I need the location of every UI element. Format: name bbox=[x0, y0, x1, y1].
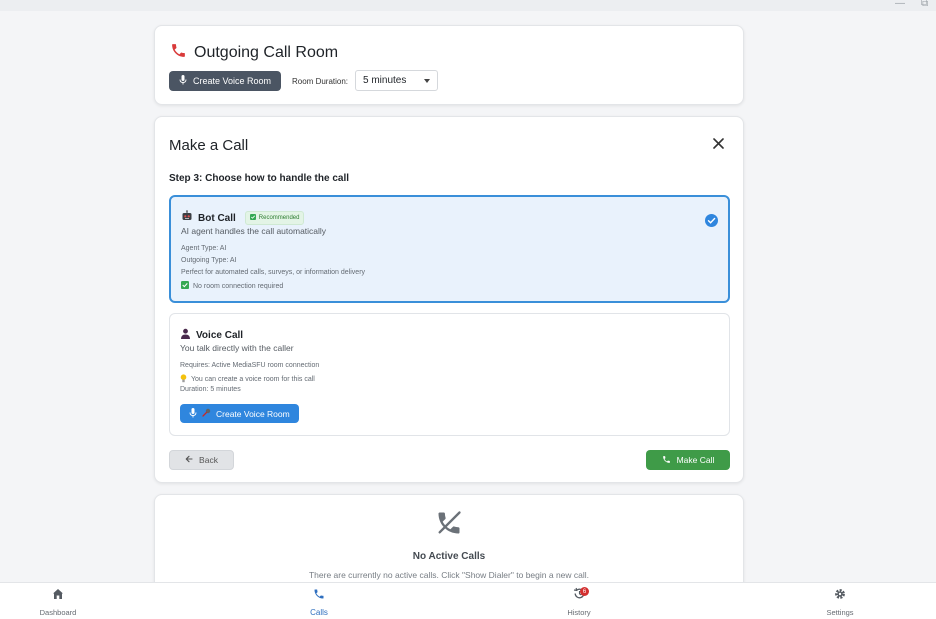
gear-icon bbox=[834, 587, 846, 605]
make-call-label: Make Call bbox=[676, 455, 715, 465]
voice-create-room-button[interactable]: Create Voice Room bbox=[180, 404, 299, 423]
voice-call-name: Voice Call bbox=[196, 329, 244, 341]
microphone-emoji-icon bbox=[202, 408, 211, 419]
nav-label-calls: Calls bbox=[310, 608, 328, 617]
close-button[interactable] bbox=[708, 135, 728, 155]
bottom-navigation: Dashboard Calls 6 History Settings bbox=[0, 582, 936, 619]
room-note: No room connection required bbox=[181, 281, 283, 291]
minimize-button[interactable]: — bbox=[895, 0, 905, 10]
back-label: Back bbox=[199, 455, 218, 465]
nav-item-history[interactable]: 6 History bbox=[539, 587, 619, 617]
phone-disabled-icon bbox=[435, 509, 463, 542]
back-button[interactable]: Back bbox=[169, 450, 234, 470]
checkbox-checked-icon bbox=[249, 214, 256, 222]
microphone-icon bbox=[179, 75, 187, 87]
recommended-badge: Recommended bbox=[244, 211, 305, 225]
nav-label-dashboard: Dashboard bbox=[39, 608, 77, 617]
voice-call-description: You talk directly with the caller bbox=[180, 343, 294, 353]
bot-call-description: AI agent handles the call automatically bbox=[181, 226, 327, 236]
bot-call-option[interactable]: Bot Call Recommended AI agent handles th… bbox=[169, 195, 730, 303]
selected-check-icon bbox=[705, 214, 718, 232]
bot-call-header: Bot Call Recommended bbox=[181, 209, 305, 227]
chevron-down-icon bbox=[424, 78, 430, 83]
voice-call-option[interactable]: Voice Call You talk directly with the ca… bbox=[169, 313, 730, 436]
room-note-text: No room connection required bbox=[193, 282, 284, 290]
lightbulb-icon bbox=[180, 374, 187, 385]
agent-type-text: Agent Type: AI bbox=[181, 245, 227, 252]
history-notification-badge: 6 bbox=[580, 587, 589, 596]
create-voice-room-label: Create Voice Room bbox=[193, 76, 272, 86]
create-voice-room-button[interactable]: Create Voice Room bbox=[169, 71, 282, 91]
phone-outgoing-icon bbox=[170, 42, 187, 64]
voice-call-header: Voice Call bbox=[180, 326, 243, 344]
make-call-title: Make a Call bbox=[169, 137, 249, 154]
outgoing-call-room-card: Outgoing Call Room Create Voice Room Roo… bbox=[154, 25, 744, 105]
microphone-icon bbox=[189, 407, 197, 420]
bot-call-name: Bot Call bbox=[198, 212, 236, 224]
nav-label-settings: Settings bbox=[826, 608, 854, 617]
main-content[interactable]: Outgoing Call Room Create Voice Room Roo… bbox=[0, 11, 936, 582]
nav-item-settings[interactable]: Settings bbox=[800, 587, 880, 617]
person-icon bbox=[180, 326, 191, 344]
nav-item-calls[interactable]: Calls bbox=[279, 587, 359, 617]
voice-create-room-label: Create Voice Room bbox=[216, 408, 290, 419]
outgoing-type-text: Outgoing Type: AI bbox=[181, 257, 237, 264]
no-active-calls-subtitle: There are currently no active calls. Cli… bbox=[308, 570, 590, 580]
close-icon bbox=[712, 136, 724, 154]
phone-icon bbox=[662, 455, 671, 466]
make-call-card: Make a Call Step 3: Choose how to handle… bbox=[154, 116, 744, 483]
page-title: Outgoing Call Room bbox=[170, 42, 338, 64]
room-duration-label: Room Duration: bbox=[292, 77, 349, 86]
room-duration-select[interactable]: 5 minutes bbox=[355, 70, 438, 91]
active-calls-card: No Active Calls There are currently no a… bbox=[154, 494, 744, 582]
nav-item-dashboard[interactable]: Dashboard bbox=[18, 587, 98, 617]
checkbox-checked-icon bbox=[181, 281, 189, 291]
bot-use-case-text: Perfect for automated calls, surveys, or… bbox=[181, 269, 366, 276]
voice-duration-text: Duration: 5 minutes bbox=[180, 386, 241, 393]
arrow-left-icon bbox=[185, 455, 193, 465]
nav-label-history: History bbox=[567, 608, 591, 617]
phone-icon bbox=[313, 587, 325, 605]
room-duration-value: 5 minutes bbox=[363, 75, 407, 86]
no-active-calls-title: No Active Calls bbox=[412, 551, 486, 562]
window-titlebar: — ⧉ bbox=[0, 0, 936, 11]
robot-icon bbox=[181, 209, 193, 227]
page-title-text: Outgoing Call Room bbox=[194, 44, 339, 61]
recommended-badge-label: Recommended bbox=[258, 215, 300, 221]
home-icon bbox=[52, 587, 64, 605]
restore-button[interactable]: ⧉ bbox=[921, 0, 928, 10]
voice-hint-text: You can create a voice room for this cal… bbox=[191, 376, 315, 383]
voice-hint: You can create a voice room for this cal… bbox=[180, 374, 315, 385]
voice-requires-text: Requires: Active MediaSFU room connectio… bbox=[180, 362, 320, 369]
make-call-button[interactable]: Make Call bbox=[646, 450, 730, 470]
step-heading: Step 3: Choose how to handle the call bbox=[169, 173, 350, 184]
